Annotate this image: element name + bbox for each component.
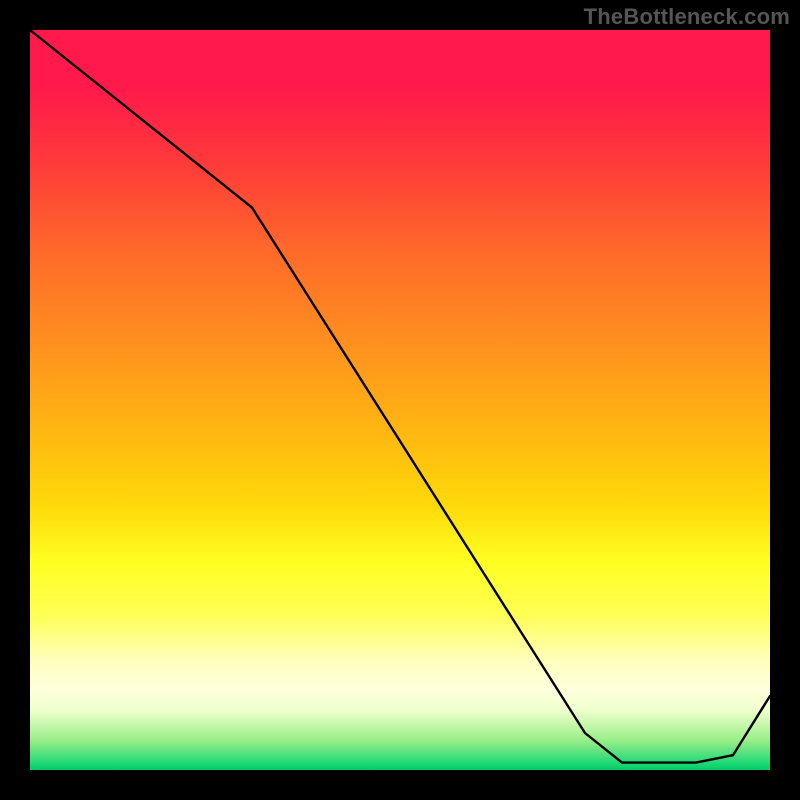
watermark-text: TheBottleneck.com (584, 4, 790, 30)
data-line (30, 30, 770, 763)
chart-svg (30, 30, 770, 770)
plot-area (30, 30, 770, 770)
chart-frame: TheBottleneck.com (0, 0, 800, 800)
